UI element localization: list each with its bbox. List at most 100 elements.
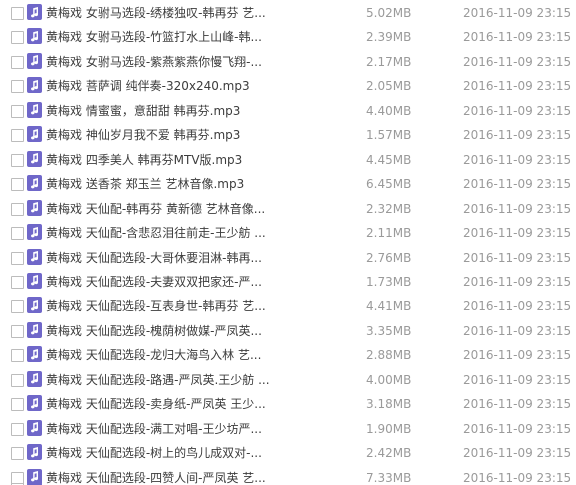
file-name[interactable]: 黄梅戏 女驸马选段-竹篮打水上山峰-韩... bbox=[46, 29, 286, 45]
file-size: 2.76MB bbox=[366, 250, 412, 265]
row-checkbox[interactable] bbox=[11, 251, 24, 265]
file-size: 2.32MB bbox=[366, 201, 412, 216]
file-size: 6.45MB bbox=[366, 177, 412, 192]
file-name[interactable]: 黄梅戏 女驸马选段-紫燕紫燕你慢飞翔-... bbox=[46, 54, 286, 70]
file-row[interactable]: 黄梅戏 送香茶 郑玉兰 艺林音像.mp3 6.45MB 2016-11-09 23:… bbox=[0, 175, 576, 200]
file-size: 2.39MB bbox=[366, 30, 412, 45]
file-name[interactable]: 黄梅戏 菩萨调 纯伴奏-320x240.mp3 bbox=[46, 78, 286, 94]
file-name[interactable]: 黄梅戏 神仙岁月我不爱 韩再芬.mp3 bbox=[46, 127, 286, 143]
file-name[interactable]: 黄梅戏 四季美人 韩再芬MTV版.mp3 bbox=[46, 152, 286, 168]
file-name[interactable]: 黄梅戏 天仙配选段-满工对唱-王少坊严... bbox=[46, 421, 286, 437]
music-note-icon bbox=[27, 4, 42, 20]
music-note-icon bbox=[27, 150, 42, 167]
music-note-icon bbox=[27, 175, 42, 192]
music-note-icon bbox=[27, 248, 42, 265]
file-date: 2016-11-09 23:15 bbox=[463, 421, 572, 436]
music-note-icon bbox=[27, 395, 42, 412]
row-checkbox[interactable] bbox=[11, 349, 24, 363]
file-row[interactable]: 黄梅戏 四季美人 韩再芬MTV版.mp3 4.45MB 2016-11-09 23:… bbox=[0, 150, 576, 176]
file-size: 2.42MB bbox=[366, 446, 412, 461]
file-row[interactable]: 黄梅戏 天仙配选段-满工对唱-王少坊严... 1.90MB 2016-11-09 2… bbox=[0, 419, 576, 445]
file-name[interactable]: 黄梅戏 天仙配选段-夫妻双双把家还-严... bbox=[46, 274, 286, 290]
file-date: 2016-11-09 23:15 bbox=[463, 226, 572, 241]
file-row[interactable]: 黄梅戏 菩萨调 纯伴奏-320x240.mp3 2.05MB 2016-11-09 … bbox=[0, 77, 576, 102]
row-checkbox[interactable] bbox=[11, 31, 24, 45]
file-size: 4.00MB bbox=[366, 372, 412, 387]
file-date: 2016-11-09 23:15 bbox=[463, 177, 572, 192]
file-size: 3.35MB bbox=[366, 323, 412, 338]
row-checkbox[interactable] bbox=[11, 227, 24, 241]
row-checkbox[interactable] bbox=[11, 55, 24, 69]
file-row[interactable]: 黄梅戏 女驸马选段-绣楼独叹-韩再芬 艺... 5.02MB 2016-11-09 … bbox=[0, 4, 576, 29]
music-note-icon bbox=[27, 321, 42, 338]
row-checkbox[interactable] bbox=[11, 275, 24, 289]
row-checkbox[interactable] bbox=[11, 447, 24, 461]
file-list: 黄梅戏 女驸马选段-绣楼独叹-韩再芬 艺... 5.02MB 2016-11-09 … bbox=[0, 0, 576, 485]
file-row[interactable]: 黄梅戏 天仙配选段-路遇-严凤英.王少舫 ... 4.00MB 2016-11-09… bbox=[0, 370, 576, 396]
row-checkbox[interactable] bbox=[11, 178, 24, 192]
file-name[interactable]: 黄梅戏 天仙配选段-槐荫树做媒-严凤英... bbox=[46, 323, 286, 339]
music-note-icon bbox=[27, 346, 42, 363]
file-name[interactable]: 黄梅戏 送香茶 郑玉兰 艺林音像.mp3 bbox=[46, 176, 286, 192]
file-date: 2016-11-09 23:15 bbox=[463, 250, 572, 265]
music-note-icon bbox=[27, 419, 42, 436]
file-row[interactable]: 黄梅戏 天仙配选段-龙归大海鸟入林 艺... 2.88MB 2016-11-09 2… bbox=[0, 346, 576, 371]
music-note-icon bbox=[27, 28, 42, 45]
music-note-icon bbox=[27, 224, 42, 241]
file-date: 2016-11-09 23:15 bbox=[463, 6, 572, 20]
row-checkbox[interactable] bbox=[11, 7, 24, 20]
file-date: 2016-11-09 23:15 bbox=[463, 299, 572, 314]
music-note-icon bbox=[27, 52, 42, 69]
row-checkbox[interactable] bbox=[11, 300, 24, 314]
file-date: 2016-11-09 23:15 bbox=[463, 201, 572, 216]
file-date: 2016-11-09 23:15 bbox=[463, 446, 572, 461]
file-name[interactable]: 黄梅戏 天仙配选段-树上的鸟儿成双对-... bbox=[46, 445, 286, 461]
file-size: 3.18MB bbox=[366, 397, 412, 412]
file-row[interactable]: 黄梅戏 天仙配选段-槐荫树做媒-严凤英... 3.35MB 2016-11-09 2… bbox=[0, 321, 576, 347]
row-checkbox[interactable] bbox=[11, 324, 24, 338]
file-size: 4.45MB bbox=[366, 152, 412, 167]
file-row[interactable]: 黄梅戏 天仙配选段-卖身纸-严凤英 王少... 3.18MB 2016-11-09 … bbox=[0, 395, 576, 420]
row-checkbox[interactable] bbox=[11, 422, 24, 436]
row-checkbox[interactable] bbox=[11, 398, 24, 412]
file-row[interactable]: 黄梅戏 神仙岁月我不爱 韩再芬.mp3 1.57MB 2016-11-09 23:1… bbox=[0, 126, 576, 151]
file-row[interactable]: 黄梅戏 女驸马选段-竹篮打水上山峰-韩... 2.39MB 2016-11-09 2… bbox=[0, 28, 576, 53]
file-row[interactable]: 黄梅戏 天仙配选段-夫妻双双把家还-严... 1.73MB 2016-11-09 2… bbox=[0, 272, 576, 298]
music-note-icon bbox=[27, 101, 42, 118]
row-checkbox[interactable] bbox=[11, 202, 24, 216]
file-name[interactable]: 黄梅戏 天仙配选段-路遇-严凤英.王少舫 ... bbox=[46, 372, 286, 388]
row-checkbox[interactable] bbox=[11, 104, 24, 118]
file-size: 4.40MB bbox=[366, 103, 412, 118]
file-name[interactable]: 黄梅戏 天仙配-含悲忍泪往前走-王少舫 ... bbox=[46, 225, 286, 241]
file-name[interactable]: 黄梅戏 情蜜蜜，意甜甜 韩再芬.mp3 bbox=[46, 103, 286, 119]
row-checkbox[interactable] bbox=[11, 80, 24, 94]
file-name[interactable]: 黄梅戏 天仙配选段-互表身世-韩再芬 艺... bbox=[46, 298, 286, 314]
file-row[interactable]: 黄梅戏 天仙配选段-大哥休要泪淋-韩再... 2.76MB 2016-11-09 2… bbox=[0, 248, 576, 274]
file-size: 2.17MB bbox=[366, 54, 412, 69]
file-size: 1.57MB bbox=[366, 128, 412, 143]
file-row[interactable]: 黄梅戏 天仙配-含悲忍泪往前走-王少舫 ... 2.11MB 2016-11-09 … bbox=[0, 224, 576, 249]
file-date: 2016-11-09 23:15 bbox=[463, 323, 572, 338]
music-note-icon bbox=[27, 272, 42, 289]
file-date: 2016-11-09 23:15 bbox=[463, 152, 572, 167]
file-size: 4.41MB bbox=[366, 299, 412, 314]
file-row[interactable]: 黄梅戏 天仙配选段-树上的鸟儿成双对-... 2.42MB 2016-11-09 2… bbox=[0, 444, 576, 469]
file-row[interactable]: 黄梅戏 天仙配选段-互表身世-韩再芬 艺... 4.41MB 2016-11-09 … bbox=[0, 297, 576, 322]
file-size: 1.90MB bbox=[366, 421, 412, 436]
file-row[interactable]: 黄梅戏 天仙配-韩再芬 黄新德 艺林音像... 2.32MB 2016-11-09 … bbox=[0, 199, 576, 225]
file-date: 2016-11-09 23:15 bbox=[463, 54, 572, 69]
music-note-icon bbox=[27, 126, 42, 143]
row-checkbox[interactable] bbox=[11, 129, 24, 143]
music-note-icon bbox=[27, 444, 42, 461]
file-name[interactable]: 黄梅戏 女驸马选段-绣楼独叹-韩再芬 艺... bbox=[46, 5, 286, 21]
file-name[interactable]: 黄梅戏 天仙配选段-卖身纸-严凤英 王少... bbox=[46, 396, 286, 412]
file-name[interactable]: 黄梅戏 天仙配选段-大哥休要泪淋-韩再... bbox=[46, 250, 286, 266]
file-row[interactable]: 黄梅戏 情蜜蜜，意甜甜 韩再芬.mp3 4.40MB 2016-11-09 23:1… bbox=[0, 101, 576, 127]
row-checkbox[interactable] bbox=[11, 373, 24, 387]
row-checkbox[interactable] bbox=[11, 153, 24, 167]
file-name[interactable]: 黄梅戏 天仙配选段-龙归大海鸟入林 艺... bbox=[46, 347, 286, 363]
file-name[interactable]: 黄梅戏 天仙配-韩再芬 黄新德 艺林音像... bbox=[46, 201, 286, 217]
file-row[interactable]: 黄梅戏 女驸马选段-紫燕紫燕你慢飞翔-... 2.17MB 2016-11-09 2… bbox=[0, 52, 576, 78]
music-note-icon bbox=[27, 199, 42, 216]
file-date: 2016-11-09 23:15 bbox=[463, 397, 572, 412]
